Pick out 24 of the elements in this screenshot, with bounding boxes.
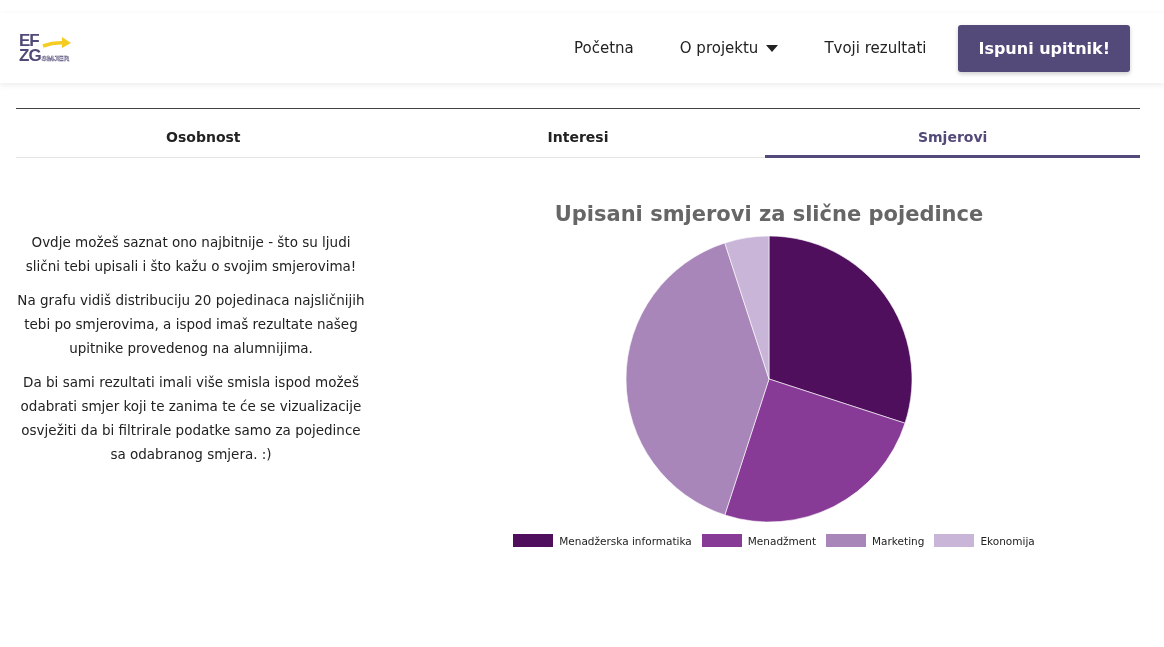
legend-swatch [701, 534, 742, 547]
legend-label: Marketing [872, 534, 925, 547]
tab[interactable]: Osobnost [16, 109, 391, 158]
chart-title: Upisani smjerovi za slične pojedince [554, 202, 984, 226]
logo-text: ZG [19, 48, 41, 63]
questionnaire-button[interactable]: Ispuni upitnik! [958, 24, 1130, 72]
legend-swatch [513, 534, 554, 547]
legend-swatch [934, 534, 975, 547]
paragraph: Ovdje možeš saznat ono najbitnije - što su ljudi slični tebi upisali i što kažu o svojim smjerovima! [24, 233, 358, 276]
nav-link[interactable]: Početna [574, 39, 634, 57]
legend-swatch [826, 534, 867, 547]
paragraph: Da bi sami rezultati imali više smisla ispod možeš odabrati smjer koji te zanima te će se vizualizacije osvježiti da bi filtrirale podatke samo za pojedince sa odabranog smjera. :) [19, 373, 363, 464]
logo-text: EF [19, 33, 39, 48]
tab[interactable]: Smjerovi [765, 109, 1140, 158]
arrow-icon [41, 36, 72, 50]
nav-link[interactable]: Tvoji rezultati [824, 39, 927, 57]
nav-link[interactable]: O projektu [679, 39, 779, 57]
legend-label: Ekonomija [980, 534, 1035, 547]
paragraph: Na grafu vidiš distribuciju 20 pojedinaca najsličnijih tebi po smjerovima, a ispod imaš rezultate našeg upitnike provedenog na alumnijima. [16, 291, 366, 358]
legend-label: Menadžment [747, 534, 817, 547]
logo-tagline: SMJER [41, 54, 70, 63]
tab[interactable]: Interesi [390, 109, 766, 158]
legend-label: Menadžerska informatika [559, 534, 692, 547]
logo[interactable]: EF ZGSMJER [19, 33, 72, 63]
